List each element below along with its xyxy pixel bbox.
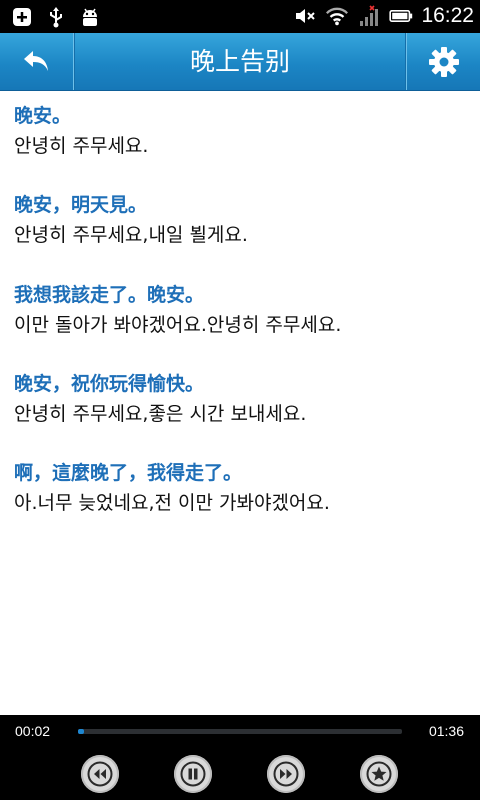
phrase-item[interactable]: 晚安，明天見。 안녕히 주무세요,내일 뵐게요. [14,190,474,250]
back-arrow-icon [23,50,48,71]
favorite-button[interactable] [360,755,398,793]
phrase-item[interactable]: 晚安。 안녕히 주무세요. [14,101,474,161]
phrase-item[interactable]: 我想我該走了。晚安。 이만 돌아가 봐야겠어요.안녕히 주무세요. [14,280,474,340]
phrase-chinese: 晚安，明天見。 [14,194,148,216]
battery-icon [389,4,413,28]
wifi-icon [325,4,349,28]
phrase-list: 晚安。 안녕히 주무세요. 晚安，明天見。 안녕히 주무세요,내일 뵐게요. 我… [0,90,480,715]
phrase-korean: 이만 돌아가 봐야겠어요.안녕히 주무세요. [14,314,342,336]
phrase-korean: 아.너무 늦었네요,전 이만 가봐야겠어요. [14,492,330,514]
gear-icon [428,46,459,77]
phrase-chinese: 我想我該走了。晚安。 [14,284,205,306]
rewind-button[interactable] [81,755,119,793]
phrase-korean: 안녕히 주무세요. [14,135,149,157]
phrase-korean: 안녕히 주무세요,좋은 시간 보내세요. [14,403,307,425]
settings-button[interactable] [406,33,480,90]
phrase-item[interactable]: 晚安，祝你玩得愉快。 안녕히 주무세요,좋은 시간 보내세요. [14,369,474,429]
phrase-chinese: 晚安。 [14,105,72,127]
pause-icon [180,761,206,787]
status-left-icons [10,5,102,29]
total-time: 01:36 [428,723,464,739]
fast-forward-button[interactable] [267,755,305,793]
progress-slider[interactable] [78,729,402,734]
page-title: 晚上告别 [189,47,290,76]
title-bar: 晚上告别 [0,33,480,91]
phrase-item[interactable]: 啊，這麼晚了，我得走了。 아.너무 늦었네요,전 이만 가봐야겠어요. [14,458,474,518]
android-icon [78,5,102,29]
audio-player: 00:02 01:36 [0,715,480,800]
star-icon [366,761,392,787]
progress-fill [78,729,84,734]
mute-icon [293,4,317,28]
back-button[interactable] [0,33,74,90]
fast-forward-icon [273,761,299,787]
rewind-icon [87,761,113,787]
current-time: 00:02 [15,723,51,739]
pause-button[interactable] [174,755,212,793]
status-bar: 16:22 [0,0,480,33]
status-time: 16:22 [421,4,474,27]
screen: 16:22 晚上告别 晚安。 안녕히 주무세요. 晚安，明天見。 안녕히 주무세… [0,0,480,800]
phrase-chinese: 啊，這麼晚了，我得走了。 [14,462,243,484]
phrase-korean: 안녕히 주무세요,내일 뵐게요. [14,224,248,246]
status-right-icons: 16:22 [293,4,474,28]
signal-icon [357,4,381,28]
phrase-chinese: 晚安，祝你玩得愉快。 [14,373,205,395]
plus-icon [10,5,34,29]
usb-icon [44,5,68,29]
